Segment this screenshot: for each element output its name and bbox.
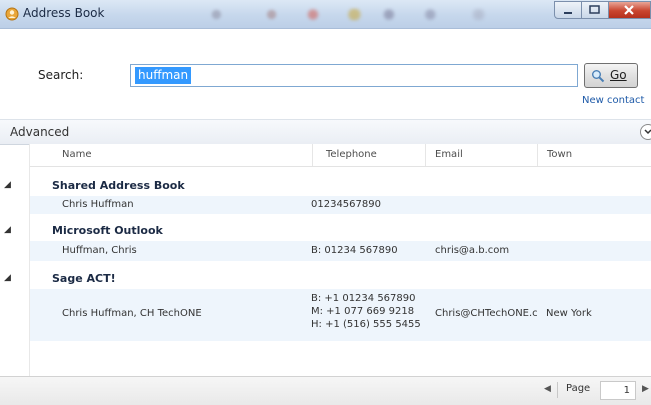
minimize-button[interactable]: [554, 1, 582, 19]
table-row[interactable]: Huffman, Chris B: 01234 567890 chris@a.b…: [30, 241, 651, 261]
table-row[interactable]: Chris Huffman, CH TechONE B: +1 01234 56…: [30, 289, 651, 341]
cell-telephone-mobile: M: +1 077 669 9218: [311, 306, 415, 317]
blurred-background-toolbar: [175, 8, 520, 21]
cell-email: chris@a.b.com: [435, 245, 510, 256]
close-button[interactable]: [609, 1, 651, 19]
grid-header: Name Telephone Email Town: [30, 144, 651, 167]
group-title: Sage ACT!: [52, 272, 116, 285]
column-separator[interactable]: [537, 144, 538, 166]
column-header-name[interactable]: Name: [62, 149, 92, 160]
column-header-telephone[interactable]: Telephone: [326, 149, 377, 160]
group-header-shared-address-book[interactable]: ◢ Shared Address Book: [4, 176, 651, 196]
table-row[interactable]: Chris Huffman 01234567890: [30, 196, 651, 214]
address-book-icon: [5, 7, 19, 21]
window-title: Address Book: [23, 6, 105, 20]
search-input[interactable]: [130, 64, 578, 87]
maximize-icon: [589, 5, 600, 14]
pager-divider: [557, 382, 558, 398]
cell-telephone: 01234567890: [311, 199, 381, 210]
cell-telephone-business: B: +1 01234 567890: [311, 293, 416, 304]
results-grid: Name Telephone Email Town ◢ Shared Addre…: [4, 144, 651, 376]
cell-name: Chris Huffman: [62, 199, 134, 210]
page-number-input[interactable]: [600, 381, 636, 400]
group-title: Shared Address Book: [52, 179, 185, 192]
previous-page-icon[interactable]: ◀: [544, 384, 551, 394]
title-bar: Address Book: [0, 0, 651, 29]
go-label: Go: [610, 68, 627, 82]
pager-bar: ◀ Page ▶: [0, 376, 651, 405]
minimize-icon: [564, 12, 572, 14]
search-label: Search:: [38, 68, 84, 82]
new-contact-link[interactable]: New contact: [582, 95, 644, 106]
cell-town: New York: [546, 308, 592, 319]
maximize-button[interactable]: [582, 1, 609, 19]
magnifier-icon: [592, 70, 605, 83]
column-separator[interactable]: [425, 144, 426, 166]
next-page-icon[interactable]: ▶: [642, 384, 649, 394]
page-label: Page: [566, 383, 591, 394]
column-header-town[interactable]: Town: [547, 149, 572, 160]
cell-email: Chris@CHTechONE.c: [435, 308, 538, 319]
expander-triangle-icon[interactable]: ◢: [4, 225, 11, 235]
advanced-toggle-button[interactable]: [640, 124, 651, 140]
group-header-microsoft-outlook[interactable]: ◢ Microsoft Outlook: [4, 221, 651, 241]
cell-name: Chris Huffman, CH TechONE: [62, 308, 202, 319]
expander-triangle-icon[interactable]: ◢: [4, 180, 11, 190]
close-icon: [624, 5, 634, 15]
advanced-bar[interactable]: Advanced: [0, 119, 651, 145]
cell-name: Huffman, Chris: [62, 245, 137, 256]
advanced-label: Advanced: [10, 125, 70, 139]
group-title: Microsoft Outlook: [52, 224, 163, 237]
group-header-sage-act[interactable]: ◢ Sage ACT!: [4, 269, 651, 289]
chevron-down-icon: [644, 129, 651, 135]
expander-triangle-icon[interactable]: ◢: [4, 273, 11, 283]
column-header-email[interactable]: Email: [435, 149, 463, 160]
cell-telephone-home: H: +1 (516) 555 5455: [311, 319, 421, 330]
cell-telephone: B: 01234 567890: [311, 245, 398, 256]
go-button[interactable]: Go: [584, 63, 638, 88]
column-separator[interactable]: [312, 144, 313, 166]
